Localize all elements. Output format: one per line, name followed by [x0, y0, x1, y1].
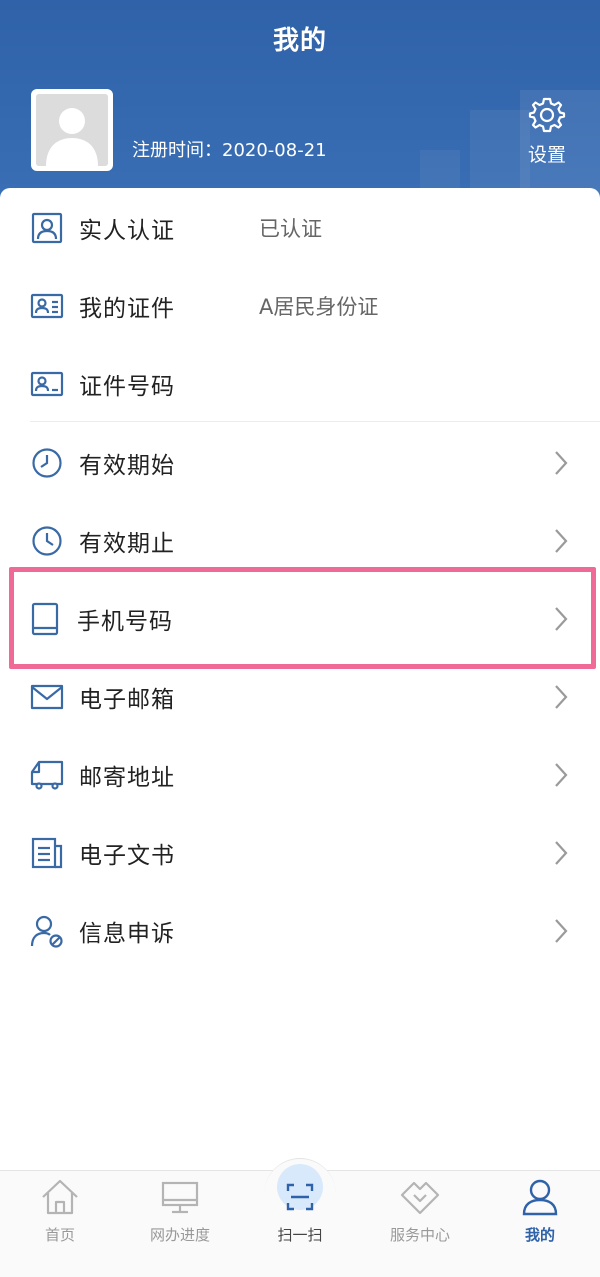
- monitor-icon: [161, 1181, 199, 1214]
- chevron-right-icon: [555, 841, 568, 865]
- id-card-icon: [30, 293, 64, 319]
- home-icon: [42, 1179, 78, 1215]
- menu-label: 实人认证: [79, 218, 175, 244]
- menu-value: A居民身份证: [259, 295, 379, 319]
- menu-item-my-certificate[interactable]: 我的证件 A居民身份证: [0, 267, 600, 345]
- tab-service-center[interactable]: 服务中心: [360, 1178, 480, 1245]
- avatar[interactable]: [31, 89, 113, 171]
- menu-value: 已认证: [259, 217, 322, 241]
- tab-mine[interactable]: 我的: [480, 1178, 600, 1245]
- chevron-right-icon: [555, 451, 568, 475]
- document-icon: [31, 837, 63, 869]
- menu-label: 邮寄地址: [79, 765, 175, 791]
- tab-scan[interactable]: 扫一扫: [240, 1178, 360, 1245]
- tab-label: 我的: [524, 1226, 555, 1244]
- chevron-right-icon: [555, 685, 568, 709]
- menu-item-electronic-documents[interactable]: 电子文书: [0, 814, 600, 892]
- menu-label: 我的证件: [79, 296, 175, 322]
- page-title: 我的: [272, 26, 327, 56]
- highlight-box: [9, 567, 596, 669]
- menu-item-email[interactable]: 电子邮箱: [0, 658, 600, 736]
- tab-label: 服务中心: [389, 1226, 450, 1244]
- default-avatar-icon: [36, 94, 108, 166]
- user-icon: [522, 1179, 558, 1216]
- chevron-right-icon: [555, 919, 568, 943]
- register-time: 注册时间：2020-08-21: [132, 140, 327, 161]
- menu-item-info-appeal[interactable]: 信息申诉: [0, 892, 600, 970]
- gear-icon: [528, 97, 566, 133]
- clock-icon: [32, 526, 62, 556]
- tab-progress[interactable]: 网办进度: [120, 1178, 240, 1245]
- menu-item-real-name-auth[interactable]: 实人认证 已认证: [0, 189, 600, 267]
- menu-label: 有效期始: [79, 453, 175, 479]
- section-divider: [30, 421, 600, 422]
- tab-label: 网办进度: [149, 1226, 210, 1244]
- chevron-right-icon: [555, 763, 568, 787]
- handshake-icon: [400, 1181, 440, 1215]
- menu-label: 信息申诉: [79, 921, 175, 947]
- id-number-icon: [30, 371, 64, 397]
- scan-icon: [286, 1183, 314, 1211]
- tab-home[interactable]: 首页: [0, 1178, 120, 1245]
- menu-label: 有效期止: [79, 531, 175, 557]
- mail-icon: [30, 684, 64, 710]
- truck-icon: [30, 760, 64, 790]
- user-block-icon: [30, 915, 63, 948]
- menu-item-valid-from[interactable]: 有效期始: [0, 424, 600, 502]
- clock-icon: [32, 448, 62, 478]
- menu-label: 证件号码: [79, 374, 175, 400]
- chevron-right-icon: [555, 529, 568, 553]
- menu-item-mailing-address[interactable]: 邮寄地址: [0, 736, 600, 814]
- menu-label: 电子文书: [79, 843, 175, 869]
- settings-label: 设置: [527, 144, 566, 166]
- menu-item-certificate-number[interactable]: 证件号码: [0, 345, 600, 423]
- id-person-icon: [31, 212, 63, 244]
- tab-label: 首页: [44, 1226, 75, 1244]
- tab-label: 扫一扫: [277, 1226, 323, 1244]
- settings-button[interactable]: 设置: [520, 96, 574, 167]
- menu-label: 电子邮箱: [79, 687, 175, 713]
